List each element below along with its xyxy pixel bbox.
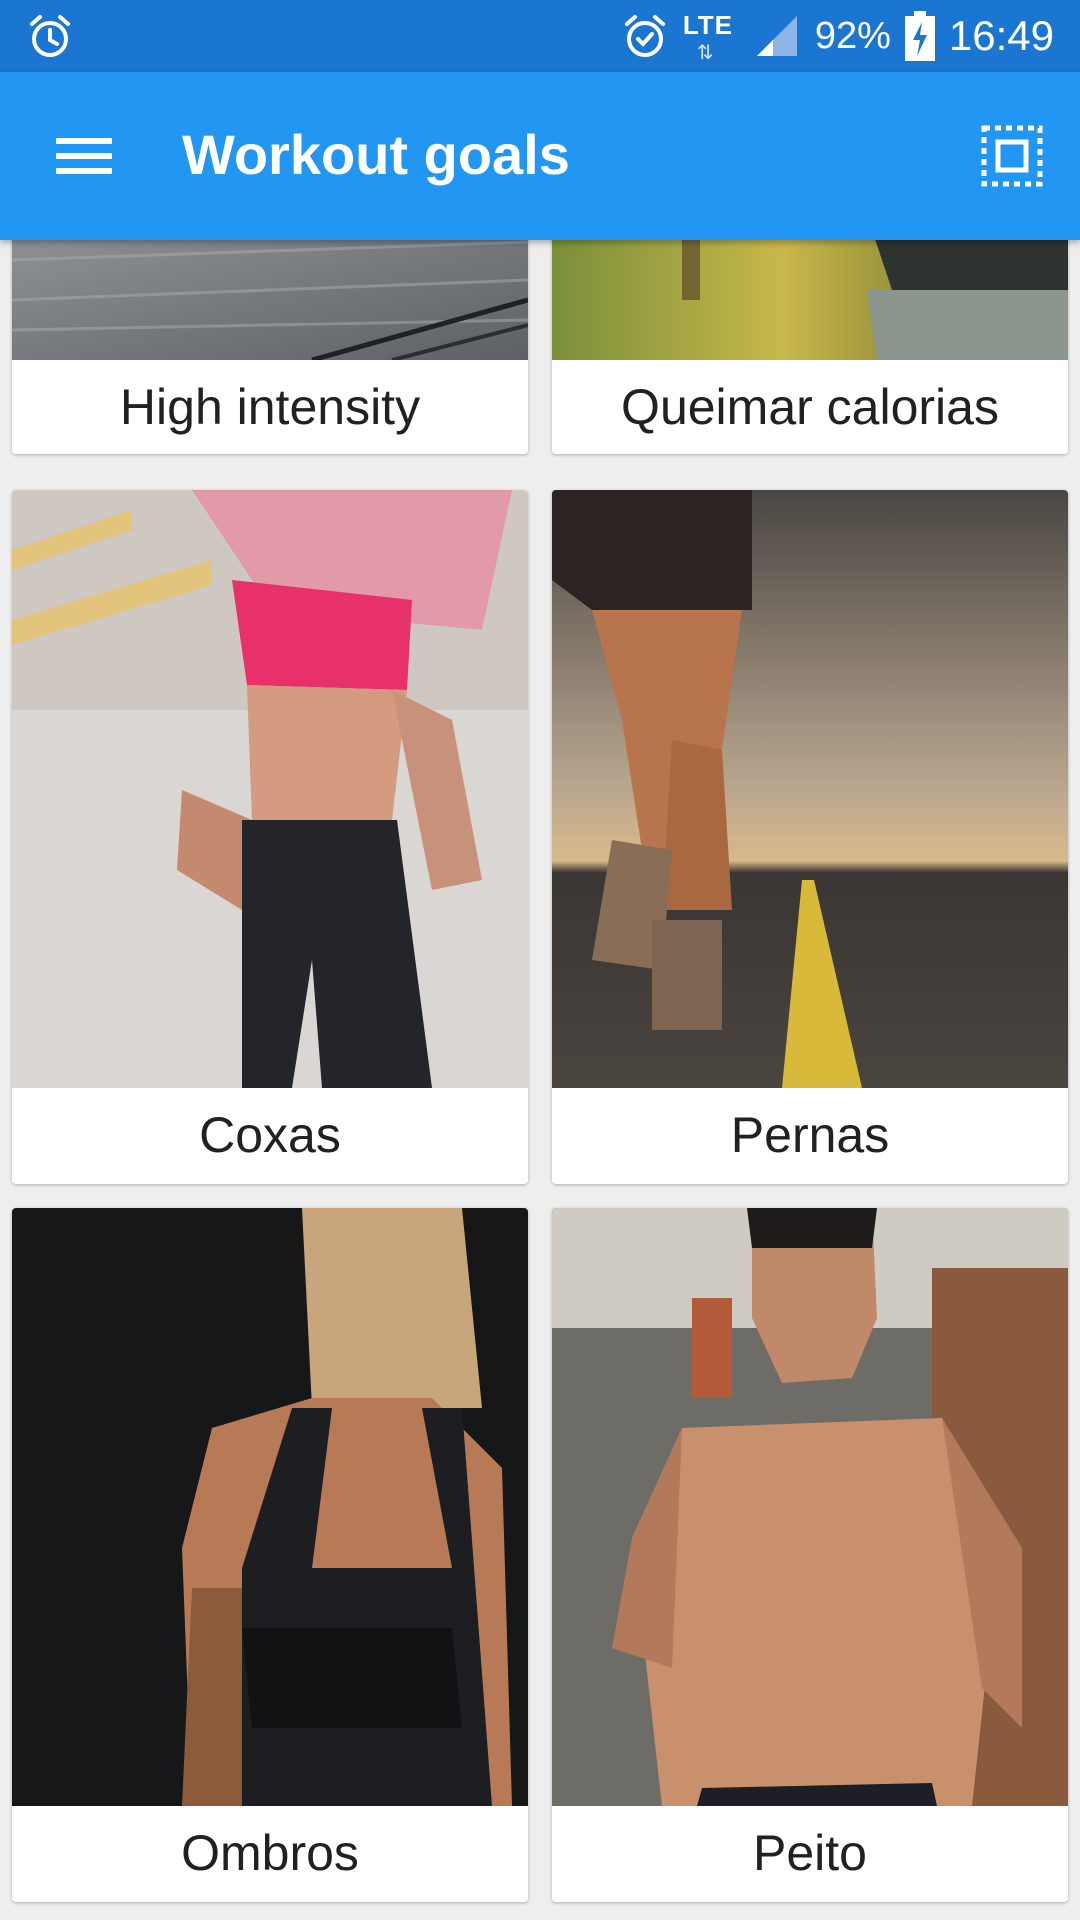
goal-label: Ombros bbox=[12, 1806, 528, 1900]
goal-image-peito bbox=[552, 1208, 1068, 1806]
goal-image-queimar-calorias bbox=[552, 240, 1068, 360]
hamburger-menu-icon[interactable] bbox=[44, 124, 116, 188]
select-all-icon[interactable] bbox=[980, 124, 1044, 188]
goal-card-pernas[interactable]: Pernas bbox=[552, 490, 1068, 1184]
goal-image-coxas bbox=[12, 490, 528, 1088]
alarm-icon bbox=[30, 15, 70, 57]
goal-card-coxas[interactable]: Coxas bbox=[12, 490, 528, 1184]
data-arrows-icon: ⇅ bbox=[696, 42, 714, 64]
clock: 16:49 bbox=[948, 12, 1054, 59]
goal-card-high-intensity[interactable]: High intensity bbox=[12, 240, 528, 454]
goal-image-high-intensity bbox=[12, 240, 528, 360]
page-title: Workout goals bbox=[182, 123, 570, 186]
battery-percent: 92% bbox=[814, 14, 891, 57]
battery-charging-icon bbox=[904, 11, 935, 61]
goal-label: High intensity bbox=[12, 360, 528, 454]
signal-icon bbox=[756, 16, 797, 56]
alarm-icon bbox=[624, 15, 665, 57]
network-label: LTE bbox=[682, 10, 734, 40]
goals-grid: High intensity Queimar calorias Coxas Pe… bbox=[0, 240, 1080, 1920]
app-bar: Workout goals bbox=[0, 72, 1080, 240]
goal-card-ombros[interactable]: Ombros bbox=[12, 1208, 528, 1902]
lte-icon: LTE ⇅ bbox=[683, 8, 739, 64]
goal-label: Queimar calorias bbox=[552, 360, 1068, 454]
goal-label: Peito bbox=[552, 1806, 1068, 1900]
status-bar: LTE ⇅ 92% 16:49 bbox=[0, 0, 1080, 72]
goal-image-pernas bbox=[552, 490, 1068, 1088]
goal-label: Pernas bbox=[552, 1088, 1068, 1182]
goal-image-ombros bbox=[12, 1208, 528, 1806]
goal-label: Coxas bbox=[12, 1088, 528, 1182]
goal-card-queimar-calorias[interactable]: Queimar calorias bbox=[552, 240, 1068, 454]
goal-card-peito[interactable]: Peito bbox=[552, 1208, 1068, 1902]
status-icons: LTE ⇅ 92% 16:49 bbox=[621, 0, 1054, 72]
